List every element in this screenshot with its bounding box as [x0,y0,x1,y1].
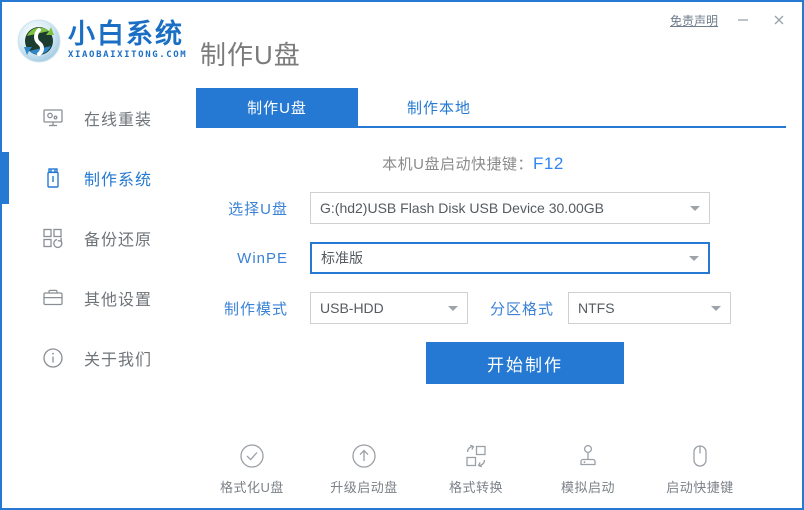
disclaimer-link[interactable]: 免责声明 [670,12,718,29]
winpe-select[interactable]: 标准版 [310,242,710,274]
brand-logo: 小白系统 XIAOBAIXITONG.COM [16,18,187,64]
sidebar-item-other-settings[interactable]: 其他设置 [2,268,180,328]
chevron-down-icon [711,306,722,311]
sidebar-item-label: 其他设置 [84,292,153,309]
sidebar-item-label: 制作系统 [84,172,153,189]
tool-bar: 格式化U盘 升级启动盘 格式转换 模拟启动 启动快捷键 [180,440,802,496]
titlebar-actions: 免责声明 [670,10,790,30]
tab-underline [196,126,786,128]
mode-select-value: USB-HDD [320,300,384,316]
mode-select[interactable]: USB-HDD [310,292,468,324]
check-circle-icon [237,440,267,472]
mouse-icon [685,440,715,472]
minimize-icon[interactable] [732,10,754,30]
briefcase-icon [40,285,66,311]
partition-select-value: NTFS [578,300,615,316]
brand-name-cn: 小白系统 [68,18,184,50]
partition-select-label: 分区格式 [490,300,555,318]
form-row-winpe: WinPE 标准版 [210,242,802,274]
sidebar-item-backup-restore[interactable]: 备份还原 [2,208,180,268]
tool-label: 格式化U盘 [220,480,284,495]
partition-select[interactable]: NTFS [568,292,732,324]
sidebar: 在线重装 制作系统 备份还原 其他设置 关于我们 [2,88,180,508]
recycle-circle-logo-icon [16,18,62,64]
tool-upgrade-boot-disk[interactable]: 升级启动盘 [326,440,402,496]
brand-name-en: XIAOBAIXITONG.COM [68,50,188,61]
usb-drive-icon [40,165,66,191]
tool-label: 格式转换 [448,480,503,495]
form-row-usb: 选择U盘 G:(hd2)USB Flash Disk USB Device 30… [210,192,802,224]
start-make-button[interactable]: 开始制作 [426,342,624,384]
usb-select-label: 选择U盘 [228,200,288,218]
chevron-down-icon [690,206,700,211]
sidebar-item-make-system[interactable]: 制作系统 [2,148,180,208]
tool-label: 模拟启动 [560,480,615,495]
boot-key-hint-text: 本机U盘启动快捷键： [382,156,534,173]
sidebar-item-label: 在线重装 [84,112,153,129]
usb-select[interactable]: G:(hd2)USB Flash Disk USB Device 30.00GB [310,192,710,224]
boot-key-hint: 本机U盘启动快捷键：F12 [180,153,802,174]
form-row-mode-partition: 制作模式 USB-HDD 分区格式 NTFS [210,292,802,324]
tab-bar: 制作U盘 制作本地 [180,88,802,128]
tool-format-convert[interactable]: 格式转换 [438,440,514,496]
winpe-select-label: WinPE [237,249,288,267]
tab-make-usb[interactable]: 制作U盘 [196,88,358,127]
chevron-down-icon [448,306,458,311]
joystick-icon [573,440,603,472]
page-title: 制作U盘 [200,40,301,70]
sidebar-item-online-reinstall[interactable]: 在线重装 [2,88,180,148]
usb-select-value: G:(hd2)USB Flash Disk USB Device 30.00GB [320,200,604,216]
tab-make-local[interactable]: 制作本地 [358,88,520,127]
monitor-icon [40,105,66,131]
sidebar-item-about-us[interactable]: 关于我们 [2,328,180,388]
chevron-down-icon [689,256,699,261]
tool-simulate-boot[interactable]: 模拟启动 [550,440,626,496]
tool-format-usb[interactable]: 格式化U盘 [214,440,290,496]
winpe-select-value: 标准版 [321,250,363,266]
close-icon[interactable] [768,10,790,30]
backup-restore-icon [40,225,66,251]
boot-key-value: F12 [533,154,564,173]
mode-select-label: 制作模式 [223,300,288,318]
info-circle-icon [40,345,66,371]
sidebar-item-label: 备份还原 [84,232,153,249]
sidebar-item-label: 关于我们 [84,352,153,369]
title-bar: 小白系统 XIAOBAIXITONG.COM 制作U盘 免责声明 [2,2,802,88]
format-convert-icon [461,440,491,472]
arrow-up-circle-icon [349,440,379,472]
app-window: 小白系统 XIAOBAIXITONG.COM 制作U盘 免责声明 在线重装 制作… [0,0,804,510]
make-usb-form: 选择U盘 G:(hd2)USB Flash Disk USB Device 30… [180,192,802,384]
tool-label: 启动快捷键 [666,480,734,495]
tool-boot-hotkey[interactable]: 启动快捷键 [662,440,738,496]
tool-label: 升级启动盘 [330,480,398,495]
main-content: 制作U盘 制作本地 本机U盘启动快捷键：F12 选择U盘 G:(hd2)USB … [180,88,802,508]
